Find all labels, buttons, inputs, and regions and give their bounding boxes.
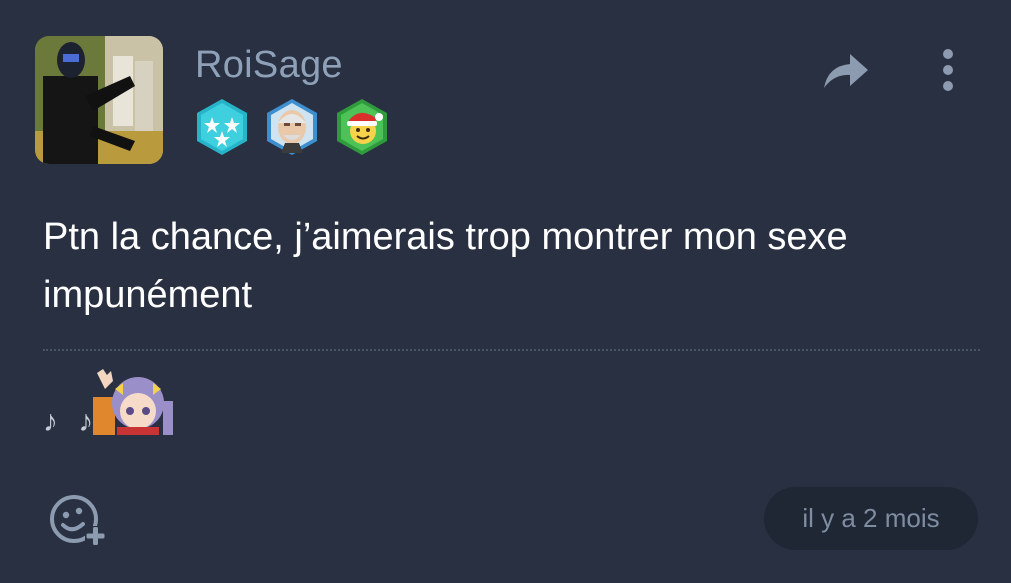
harold-face-badge-icon[interactable] <box>263 97 321 157</box>
vertical-dots-icon[interactable] <box>930 46 966 94</box>
message-card: RoiSage Ptn la chance, j’aimerais trop m… <box>0 0 1011 583</box>
message-text: Ptn la chance, j’aimerais trop montrer m… <box>43 216 848 316</box>
share-arrow-icon[interactable] <box>820 48 872 94</box>
user-signature: ♪ ♪ <box>43 367 193 438</box>
user-avatar[interactable] <box>35 36 163 164</box>
anime-girl-waving-sticker <box>93 369 173 435</box>
santa-emoji-badge-icon[interactable] <box>333 97 391 157</box>
timestamp-pill[interactable]: il y a 2 mois <box>764 487 978 550</box>
username[interactable]: RoiSage <box>195 44 343 87</box>
timestamp-text: il y a 2 mois <box>802 503 940 533</box>
stars-badge-icon[interactable] <box>193 97 251 157</box>
add-reaction-icon[interactable] <box>47 494 107 546</box>
user-badges <box>193 97 391 157</box>
signature-text: ♪ ♪ <box>43 405 100 438</box>
signature-divider <box>43 349 980 351</box>
